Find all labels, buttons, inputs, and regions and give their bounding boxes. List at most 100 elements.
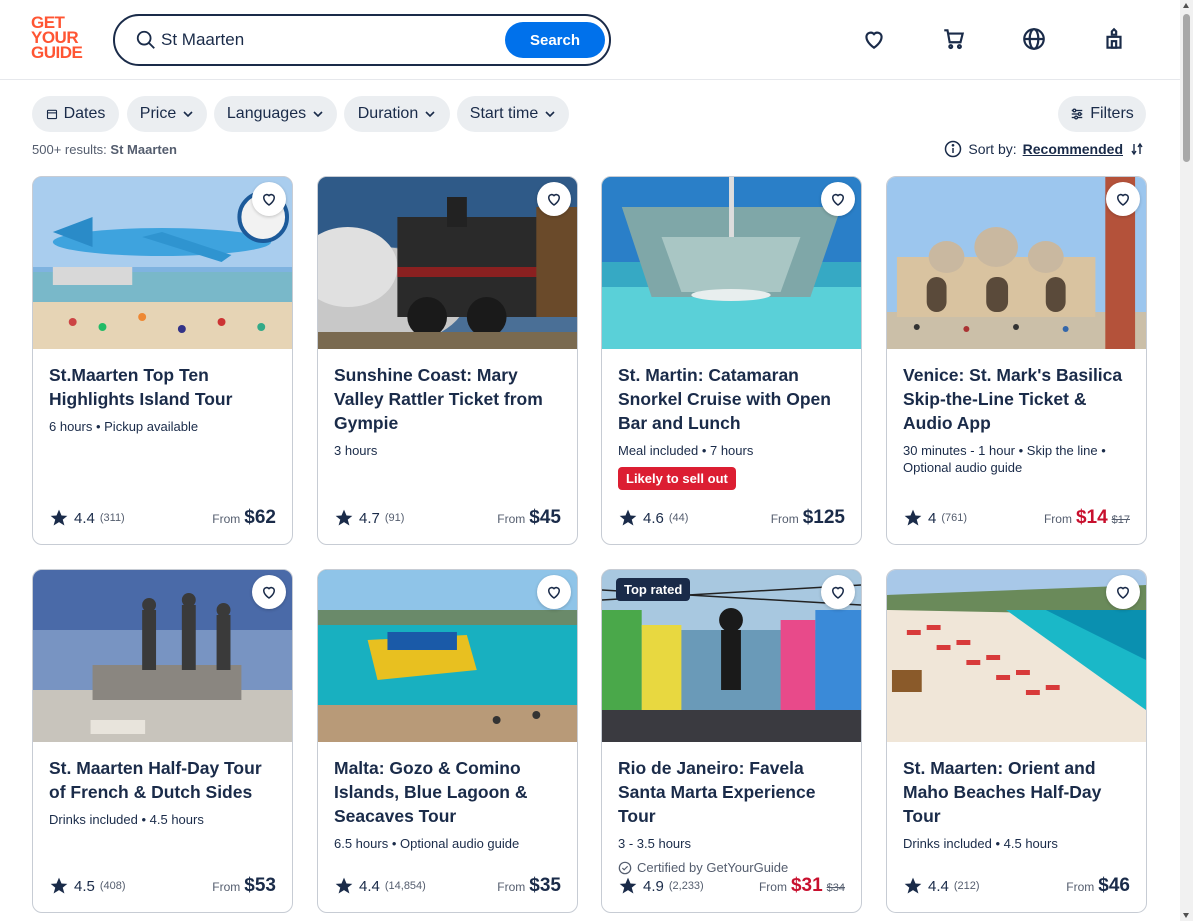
languages-filter[interactable]: Languages bbox=[214, 96, 337, 132]
start-time-label: Start time bbox=[469, 105, 539, 122]
results-count-text: 500+ results: bbox=[32, 142, 107, 157]
cart-button[interactable] bbox=[941, 26, 967, 52]
star-icon bbox=[619, 509, 637, 526]
search-input[interactable] bbox=[161, 24, 501, 56]
activity-card[interactable]: Top rated Rio de Janeiro: Favela Santa M… bbox=[601, 569, 862, 913]
activity-card[interactable]: St.Maarten Top Ten Highlights Island Tou… bbox=[32, 176, 293, 545]
rating-value: 4.6 bbox=[643, 509, 664, 527]
rating-value: 4.7 bbox=[359, 509, 380, 527]
sort-arrows-icon bbox=[1131, 142, 1143, 156]
activity-card[interactable]: St. Martin: Catamaran Snorkel Cruise wit… bbox=[601, 176, 862, 545]
card-title[interactable]: Malta: Gozo & Comino Islands, Blue Lagoo… bbox=[334, 756, 561, 828]
account-button[interactable] bbox=[1101, 26, 1127, 52]
rating-value: 4 bbox=[928, 509, 937, 527]
activity-card[interactable]: St. Maarten: Orient and Maho Beaches Hal… bbox=[886, 569, 1147, 913]
scroll-up-arrow[interactable] bbox=[1183, 3, 1189, 8]
sort-control[interactable]: Sort by: Recommended bbox=[944, 140, 1145, 158]
scrollbar-thumb[interactable] bbox=[1183, 14, 1190, 162]
wishlist-heart-button[interactable] bbox=[821, 575, 855, 609]
filters-button[interactable]: Filters bbox=[1058, 96, 1146, 132]
wishlist-heart-button[interactable] bbox=[1106, 182, 1140, 216]
activity-image[interactable] bbox=[602, 177, 861, 349]
rating-value: 4.4 bbox=[74, 509, 95, 527]
start-time-filter[interactable]: Start time bbox=[457, 96, 569, 132]
card-title[interactable]: St. Martin: Catamaran Snorkel Cruise wit… bbox=[618, 363, 845, 435]
review-count: (761) bbox=[941, 512, 968, 524]
card-meta: Drinks included • 4.5 hours bbox=[49, 812, 204, 827]
card-meta: Drinks included • 4.5 hours bbox=[903, 836, 1058, 851]
card-footer: 4.5 (408) From $53 bbox=[49, 873, 276, 899]
heart-icon bbox=[262, 586, 276, 599]
chevron-down-icon bbox=[183, 111, 193, 118]
chevron-down-icon bbox=[545, 111, 555, 118]
card-body: Rio de Janeiro: Favela Santa Marta Exper… bbox=[602, 742, 861, 912]
card-meta: 3 - 3.5 hours bbox=[618, 836, 691, 851]
activity-image[interactable] bbox=[318, 570, 577, 742]
card-body: Malta: Gozo & Comino Islands, Blue Lagoo… bbox=[318, 742, 577, 912]
card-title[interactable]: Rio de Janeiro: Favela Santa Marta Exper… bbox=[618, 756, 845, 828]
card-body: Venice: St. Mark's Basilica Skip-the-Lin… bbox=[887, 349, 1146, 544]
languages-label: Languages bbox=[226, 105, 307, 122]
rating: 4.5 (408) bbox=[49, 876, 126, 896]
price-amount: $125 bbox=[802, 507, 845, 528]
activity-image[interactable] bbox=[33, 177, 292, 349]
card-title[interactable]: Sunshine Coast: Mary Valley Rattler Tick… bbox=[334, 363, 561, 435]
price: From $14 $17 bbox=[1044, 507, 1130, 529]
getyourguide-logo[interactable]: GET YOUR GUIDE bbox=[31, 14, 93, 65]
search-bar: Search bbox=[113, 14, 611, 66]
heart-icon bbox=[547, 193, 561, 206]
card-meta: 30 minutes - 1 hour • Skip the line • Op… bbox=[903, 443, 1106, 475]
card-footer: 4.7 (91) From $45 bbox=[334, 505, 561, 531]
original-price: $17 bbox=[1111, 514, 1130, 526]
globe-icon bbox=[1023, 28, 1045, 50]
rating: 4.7 (91) bbox=[334, 508, 404, 528]
card-title[interactable]: St. Maarten: Orient and Maho Beaches Hal… bbox=[903, 756, 1130, 828]
price-amount: $53 bbox=[244, 875, 276, 896]
activity-card[interactable]: Sunshine Coast: Mary Valley Rattler Tick… bbox=[317, 176, 578, 545]
wishlist-button[interactable] bbox=[861, 26, 887, 52]
heart-icon bbox=[831, 586, 845, 599]
scroll-down-arrow[interactable] bbox=[1183, 913, 1189, 918]
duration-filter[interactable]: Duration bbox=[344, 96, 450, 132]
cart-icon bbox=[944, 29, 965, 50]
price-filter[interactable]: Price bbox=[127, 96, 207, 132]
review-count: (44) bbox=[668, 512, 689, 524]
star-icon bbox=[335, 509, 353, 526]
activity-card[interactable]: Malta: Gozo & Comino Islands, Blue Lagoo… bbox=[317, 569, 578, 913]
price-from-label: From bbox=[212, 880, 241, 894]
rating-value: 4.5 bbox=[74, 877, 95, 895]
dates-label: Dates bbox=[63, 105, 106, 122]
card-title[interactable]: St.Maarten Top Ten Highlights Island Tou… bbox=[49, 363, 276, 411]
star-icon bbox=[50, 877, 68, 894]
rating: 4 (761) bbox=[903, 508, 967, 528]
card-footer: 4.4 (311) From $62 bbox=[49, 505, 276, 531]
activity-image[interactable] bbox=[887, 570, 1146, 742]
card-title[interactable]: St. Maarten Half-Day Tour of French & Du… bbox=[49, 756, 276, 804]
activity-card[interactable]: St. Maarten Half-Day Tour of French & Du… bbox=[32, 569, 293, 913]
price-amount: $35 bbox=[529, 875, 561, 896]
language-button[interactable] bbox=[1021, 26, 1047, 52]
rating-value: 4.4 bbox=[928, 877, 949, 895]
dates-filter[interactable]: Dates bbox=[32, 96, 119, 132]
wishlist-heart-button[interactable] bbox=[821, 182, 855, 216]
info-icon[interactable] bbox=[944, 140, 962, 158]
card-body: St.Maarten Top Ten Highlights Island Tou… bbox=[33, 349, 292, 544]
price: From $35 bbox=[497, 875, 561, 897]
wishlist-heart-button[interactable] bbox=[1106, 575, 1140, 609]
wishlist-heart-button[interactable] bbox=[252, 182, 286, 216]
activity-image[interactable] bbox=[318, 177, 577, 349]
wishlist-heart-button[interactable] bbox=[537, 182, 571, 216]
card-title[interactable]: Venice: St. Mark's Basilica Skip-the-Lin… bbox=[903, 363, 1130, 435]
review-count: (14,854) bbox=[384, 880, 426, 892]
sort-value[interactable]: Recommended bbox=[1023, 141, 1123, 157]
price-from-label: From bbox=[770, 512, 799, 526]
page-scrollbar[interactable] bbox=[1180, 0, 1193, 921]
wishlist-heart-button[interactable] bbox=[252, 575, 286, 609]
account-icon bbox=[1106, 27, 1122, 49]
wishlist-heart-button[interactable] bbox=[537, 575, 571, 609]
activity-image[interactable] bbox=[33, 570, 292, 742]
activity-image[interactable] bbox=[887, 177, 1146, 349]
search-button[interactable]: Search bbox=[505, 22, 605, 58]
activity-card[interactable]: Venice: St. Mark's Basilica Skip-the-Lin… bbox=[886, 176, 1147, 545]
activity-image[interactable]: Top rated bbox=[602, 570, 861, 742]
